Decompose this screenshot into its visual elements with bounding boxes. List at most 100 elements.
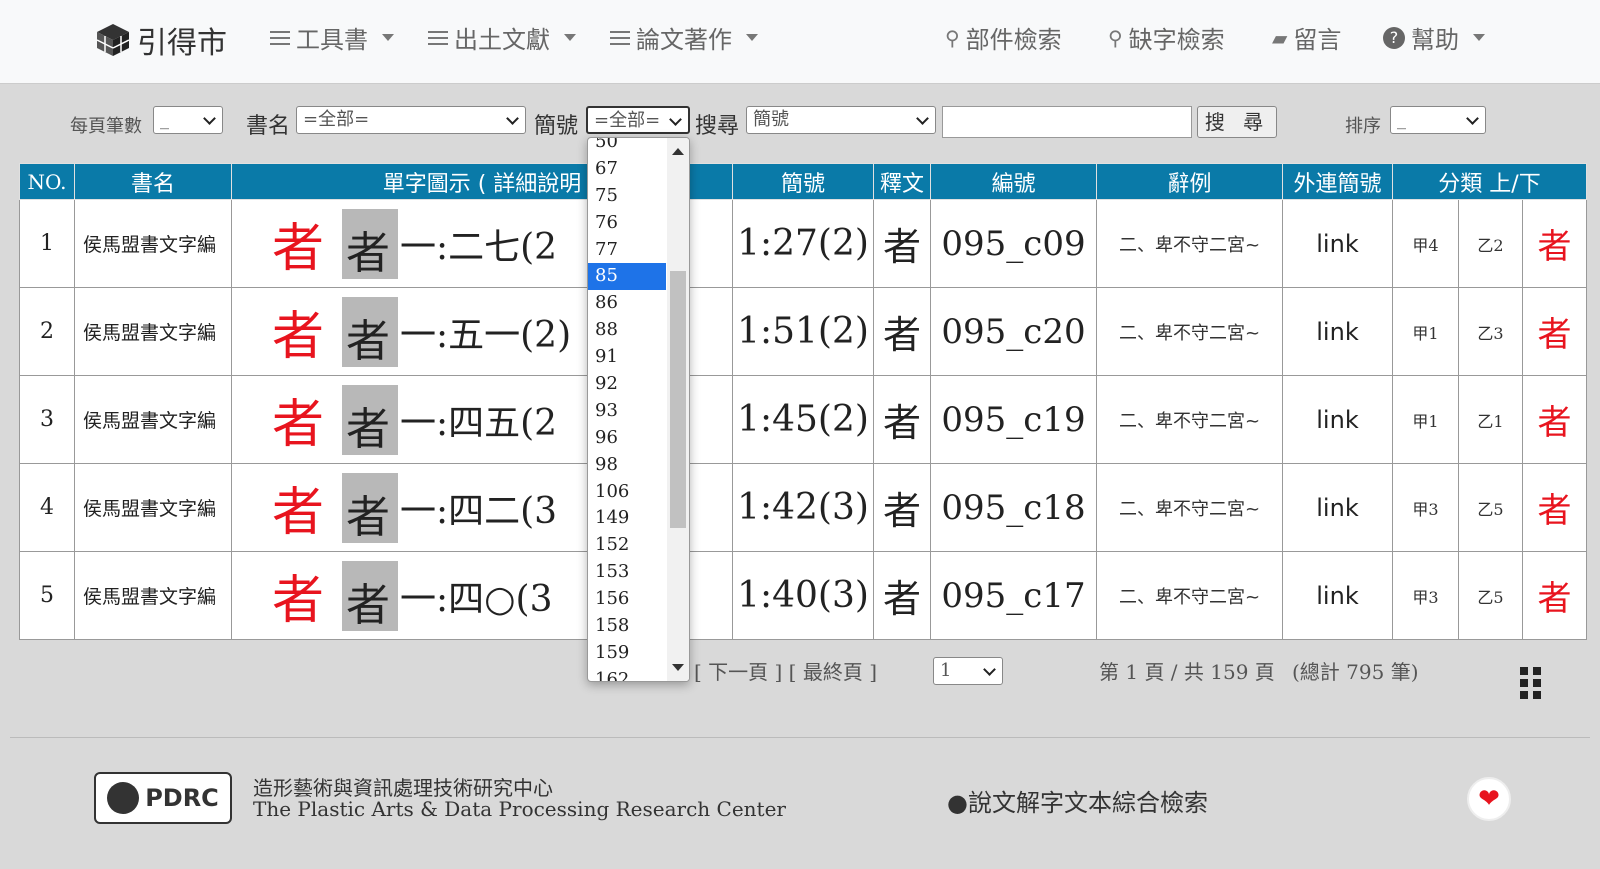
link-missing-char-search[interactable]: ⚲ 缺字檢索 [1108,20,1225,55]
caret-down-icon [382,34,394,41]
dropdown-option[interactable]: 159 [588,640,666,667]
row-example: 二、卑不守二宮~ [1096,551,1283,640]
search-field-select[interactable]: 簡號 [746,106,936,134]
search-button[interactable]: 搜 尋 [1197,106,1277,138]
dropdown-option[interactable]: 91 [588,344,666,371]
row-cat1: 甲3 [1392,463,1459,552]
traced-glyph: 者 [272,219,325,279]
code-select[interactable]: =全部= [586,106,690,134]
row-link[interactable]: link [1282,199,1393,288]
traced-glyph: 者 [272,483,325,543]
row-cat1: 甲3 [1392,551,1459,640]
dropdown-option[interactable]: 86 [588,290,666,317]
row-text: 者 [873,287,931,376]
row-text: 者 [873,199,931,288]
sort-label: 排序 [1345,116,1381,137]
dropdown-option[interactable]: 156 [588,586,666,613]
rubbing-glyph: 者 [346,579,390,631]
brand[interactable]: 引得市 [95,18,227,62]
heart-logo-icon[interactable]: ❤ [1467,777,1511,821]
menu-tools[interactable]: 工具書 [270,20,394,55]
dropdown-option[interactable]: 152 [588,532,666,559]
rubbing-caption: 一:五一(2) [400,314,572,356]
menu-papers[interactable]: 論文著作 [610,20,758,55]
book-select[interactable]: =全部= [296,106,526,134]
dropdown-option[interactable]: 98 [588,452,666,479]
dropdown-option[interactable]: 88 [588,317,666,344]
dropdown-option[interactable]: 77 [588,237,666,264]
col-link: 外連簡號 [1282,163,1393,200]
row-link[interactable]: link [1282,287,1393,376]
row-cat2: 乙2 [1458,199,1523,288]
dropdown-option[interactable]: 93 [588,398,666,425]
menu-excavated-label: 出土文獻 [454,26,550,54]
row-text: 者 [873,463,931,552]
row-link[interactable]: link [1282,375,1393,464]
col-example: 辭例 [1096,163,1283,200]
per-page-select[interactable]: _ [153,106,223,134]
rubbing-image: 者 [342,296,398,367]
dropdown-option[interactable]: 96 [588,425,666,452]
page-select[interactable]: 1 [933,657,1003,685]
row-code: 1:42(3) [732,463,874,552]
dropdown-option[interactable]: 162 [588,667,666,681]
scroll-up-icon[interactable] [672,148,684,155]
row-book: 侯馬盟書文字編 [74,463,232,552]
dropdown-option[interactable]: 85 [588,263,666,291]
scroll-down-icon[interactable] [672,664,684,671]
caret-down-icon [564,34,576,41]
pager-nav[interactable]: [ 下一頁 ] [ 最終頁 ] [694,656,877,685]
menu-excavated[interactable]: 出土文獻 [428,20,576,55]
link-component-search-label: 部件檢索 [965,26,1062,54]
dropdown-option[interactable]: 92 [588,371,666,398]
menu-tools-label: 工具書 [296,26,368,54]
dropdown-option[interactable]: 75 [588,183,666,210]
sort-select[interactable]: _ [1390,106,1486,134]
link-component-search[interactable]: ⚲ 部件檢索 [945,20,1062,55]
code-label: 簡號 [534,114,579,139]
dropdown-option[interactable]: 158 [588,613,666,640]
dropdown-option[interactable]: 76 [588,210,666,237]
row-link[interactable]: link [1282,463,1393,552]
total-count: (總計 795 筆) [1292,660,1419,684]
row-code: 1:51(2) [732,287,874,376]
code-dropdown-list[interactable]: 50 67 75 76 77 85 86 88 91 92 93 96 98 106 149 152 153 15… [587,137,690,682]
grid-view-icon[interactable] [1520,667,1542,699]
menu-help[interactable]: ? 幫助 [1383,20,1485,55]
dropdown-option[interactable]: 153 [588,559,666,586]
help-icon: ? [1383,26,1405,49]
link-message[interactable]: ▰ 留言 [1272,20,1341,55]
caret-down-icon [746,34,758,41]
row-glyph-small: 者 [1522,287,1587,376]
dropdown-scrollbar[interactable] [667,138,689,681]
row-example: 二、卑不守二宮~ [1096,287,1283,376]
scroll-thumb[interactable] [670,271,686,528]
rubbing-caption: 一:四五(2 [400,402,558,444]
dropdown-option[interactable]: 149 [588,505,666,532]
dropdown-option[interactable]: 106 [588,479,666,506]
row-no: 2 [19,287,75,376]
table-row: 2 侯馬盟書文字編者者一:五一(2) 1:51(2) 者 095_c20 二、卑不守二宮~… [19,287,1587,376]
rubbing-caption: 一:二七(2 [400,226,558,268]
rubbing-caption: 一:四二(3 [400,490,558,532]
search-icon: ⚲ [1108,25,1123,50]
shuowen-link[interactable]: ●說文解字文本綜合檢索 [947,783,1208,818]
row-no: 4 [19,463,75,552]
row-no: 5 [19,551,75,640]
row-example: 二、卑不守二宮~ [1096,199,1283,288]
row-glyph-small: 者 [1522,199,1587,288]
pdrc-logo[interactable]: PDRC [94,772,232,824]
dropdown-option[interactable]: 67 [588,156,666,183]
pdrc-logo-text: PDRC [145,784,219,812]
row-book: 侯馬盟書文字編 [74,199,232,288]
row-id: 095_c09 [930,199,1097,288]
row-link[interactable]: link [1282,551,1393,640]
col-text: 釋文 [873,163,931,200]
search-input[interactable] [942,106,1192,138]
comment-icon: ▰ [1272,25,1288,50]
navbar: 引得市 工具書 出土文獻 論文著作 ⚲ 部件檢索 ⚲ 缺字檢索 ▰ 留言 ? 幫… [0,0,1600,84]
row-cat2: 乙5 [1458,463,1523,552]
dropdown-option[interactable]: 50 [588,138,666,156]
row-text: 者 [873,551,931,640]
rubbing-glyph: 者 [346,227,390,279]
